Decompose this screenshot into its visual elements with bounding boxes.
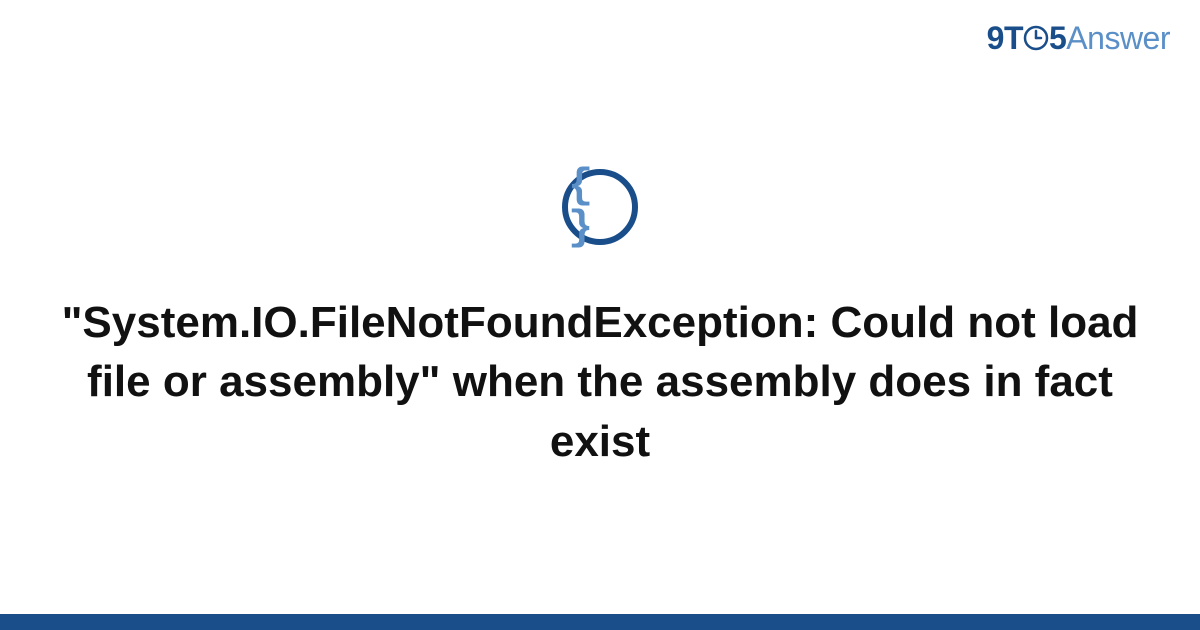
- main-content: { } "System.IO.FileNotFoundException: Co…: [0, 0, 1200, 630]
- code-braces-icon: { }: [562, 169, 638, 245]
- page-title: "System.IO.FileNotFoundException: Could …: [50, 293, 1150, 471]
- braces-glyph: { }: [568, 165, 632, 249]
- footer-accent-bar: [0, 614, 1200, 630]
